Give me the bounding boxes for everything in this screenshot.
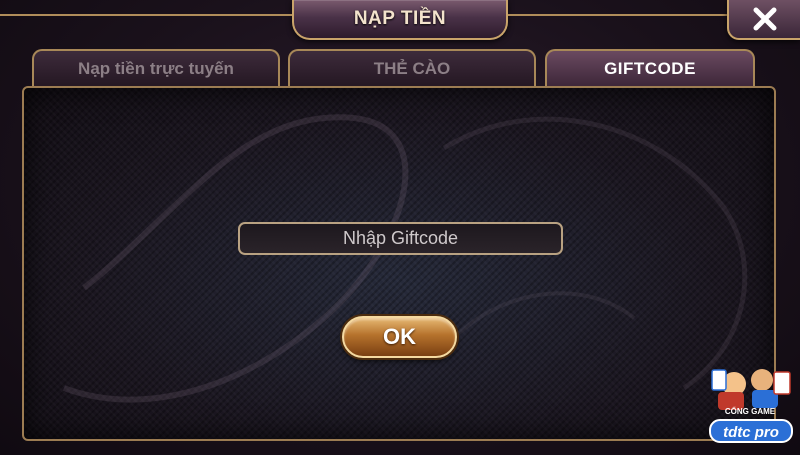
tab-label: GIFTCODE [604,59,696,78]
tab-giftcode[interactable]: GIFTCODE [545,49,755,87]
svg-text:tdtc pro: tdtc pro [723,424,779,441]
tab-label: Nạp tiền trực tuyến [78,59,234,78]
recharge-dialog: NẠP TIỀN Nạp tiền trực tuyến THẺ CÀO GIF… [0,0,800,455]
svg-text:CỔNG GAME: CỔNG GAME [725,407,776,416]
brand-logo: CỔNG GAME tdtc pro [709,369,793,443]
giftcode-input[interactable] [238,222,563,255]
tab-label: THẺ CÀO [373,59,451,78]
giftcode-panel [22,86,776,441]
tab-scratch-card[interactable]: THẺ CÀO [288,49,536,87]
ok-button[interactable]: OK [342,316,457,358]
background-swirl [62,114,748,403]
title-banner: NẠP TIỀN [0,0,728,40]
dialog-title: NẠP TIỀN [353,8,447,29]
close-button[interactable] [727,0,800,40]
ok-label: OK [383,324,416,349]
tab-online-recharge[interactable]: Nạp tiền trực tuyến [32,49,280,87]
close-icon [753,7,776,31]
